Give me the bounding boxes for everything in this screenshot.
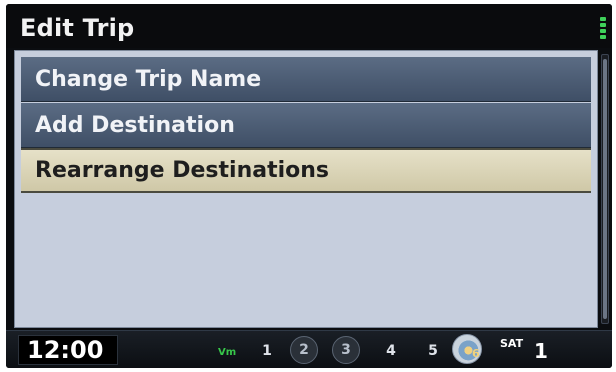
preset-number: 4 bbox=[386, 343, 396, 359]
menu-item-label: Change Trip Name bbox=[35, 66, 262, 92]
nav-screen: Edit Trip Change Trip Name Add Destinati… bbox=[6, 4, 612, 368]
page-title: Edit Trip bbox=[20, 14, 135, 42]
title-bar: Edit Trip bbox=[6, 4, 612, 48]
channel-number: 1 bbox=[534, 339, 548, 363]
preset-number: 2 bbox=[299, 342, 309, 358]
preset-number: 1 bbox=[262, 343, 272, 359]
scrollbar[interactable] bbox=[601, 54, 609, 324]
menu-item-label: Add Destination bbox=[35, 112, 235, 138]
scrollbar-thumb[interactable] bbox=[603, 59, 607, 319]
preset-number: 5 bbox=[428, 343, 438, 359]
menu-item-label: Rearrange Destinations bbox=[35, 158, 330, 183]
source-label: SAT bbox=[500, 337, 524, 350]
clock-time: 12:00 bbox=[27, 336, 104, 364]
menu-panel: Change Trip Name Add Destination Rearran… bbox=[14, 50, 598, 328]
preset-1[interactable]: 1 bbox=[252, 338, 282, 364]
menu-item-add-destination[interactable]: Add Destination bbox=[21, 103, 591, 148]
clock: 12:00 bbox=[18, 335, 118, 365]
preset-4[interactable]: 4 bbox=[376, 338, 406, 364]
menu-item-change-trip-name[interactable]: Change Trip Name bbox=[21, 57, 591, 102]
status-bar: 12:00 Vm 1 2 3 4 5 6 SAT 1 bbox=[6, 330, 612, 368]
preset-3-disc-icon[interactable]: 3 bbox=[332, 336, 360, 364]
signal-bars-icon bbox=[600, 17, 606, 39]
preset-number: 3 bbox=[341, 342, 351, 358]
band-label: Vm bbox=[218, 347, 237, 358]
preset-2-disc-icon[interactable]: 2 bbox=[290, 336, 318, 364]
menu-item-rearrange-destinations[interactable]: Rearrange Destinations bbox=[21, 148, 591, 193]
preset-6-number: 6 bbox=[472, 347, 480, 360]
preset-5[interactable]: 5 bbox=[418, 338, 448, 364]
